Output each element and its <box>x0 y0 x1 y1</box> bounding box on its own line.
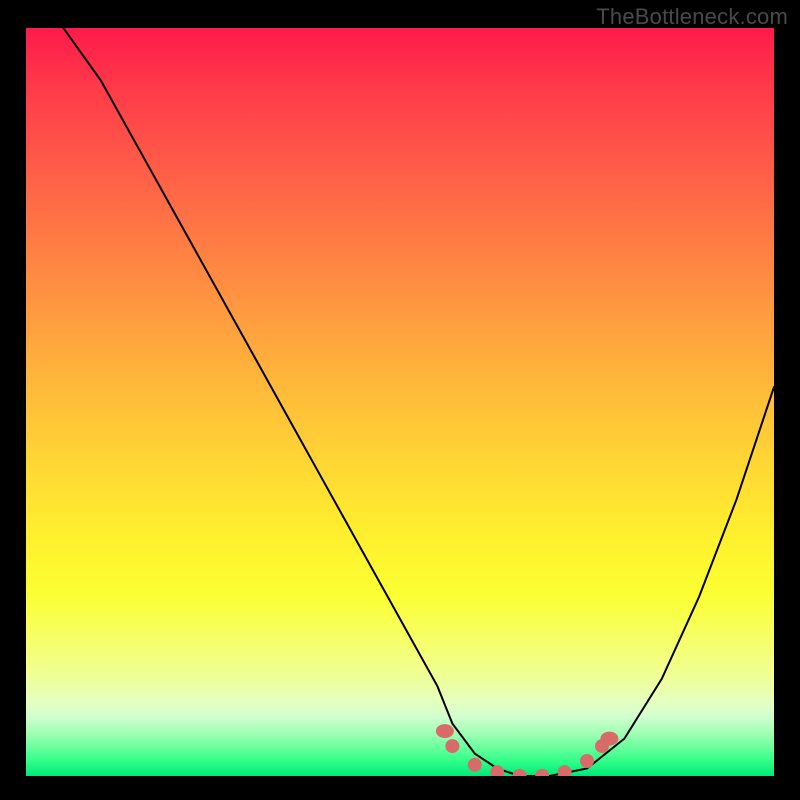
marker-dot <box>513 769 527 776</box>
optimal-range-dots <box>436 724 619 776</box>
chart-frame: TheBottleneck.com <box>0 0 800 800</box>
marker-dot <box>600 732 618 746</box>
watermark-text: TheBottleneck.com <box>596 4 788 30</box>
marker-dot <box>535 769 549 776</box>
marker-dot <box>445 739 459 753</box>
marker-dot <box>580 754 594 768</box>
marker-dot <box>490 765 504 776</box>
marker-dot <box>436 724 454 738</box>
curve-layer <box>26 28 774 776</box>
marker-dot <box>468 758 482 772</box>
bottleneck-curve <box>63 28 774 776</box>
marker-dot <box>558 765 572 776</box>
plot-area <box>26 28 774 776</box>
